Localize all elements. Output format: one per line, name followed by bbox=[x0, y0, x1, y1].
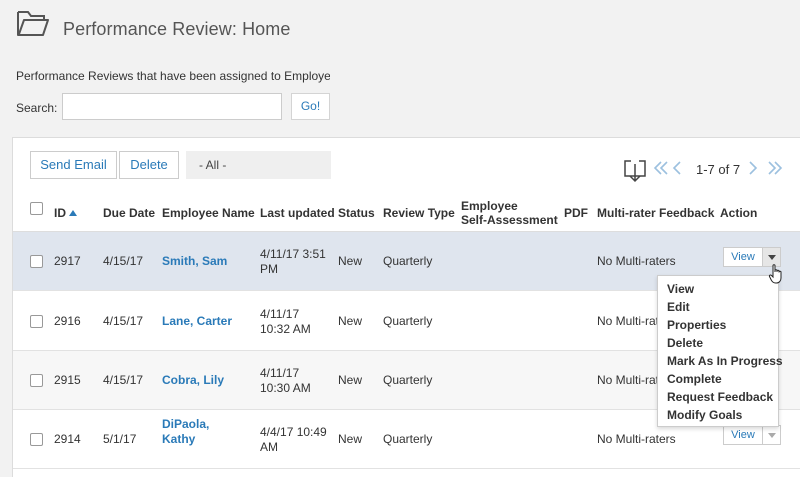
chevron-down-icon bbox=[768, 433, 776, 438]
last-updated-line2: AM bbox=[260, 440, 278, 454]
delete-button[interactable]: Delete bbox=[119, 151, 179, 179]
next-page-icon[interactable] bbox=[747, 160, 759, 176]
column-header-due-date[interactable]: Due Date bbox=[103, 206, 155, 220]
send-email-button[interactable]: Send Email bbox=[30, 151, 117, 179]
row-review-type: Quarterly bbox=[383, 314, 433, 328]
column-header-self-assessment[interactable]: Employee Self-Assessment bbox=[461, 199, 558, 227]
menu-item-modify-goals[interactable]: Modify Goals bbox=[658, 406, 778, 424]
first-page-icon[interactable] bbox=[653, 160, 669, 176]
folder-icon bbox=[17, 11, 49, 36]
column-header-employee-name[interactable]: Employee Name bbox=[162, 206, 255, 220]
previous-page-icon[interactable] bbox=[671, 160, 683, 176]
row-checkbox[interactable] bbox=[30, 433, 43, 446]
row-last-updated: 4/4/17 10:49 AM bbox=[260, 425, 327, 455]
row-status: New bbox=[338, 373, 363, 387]
search-input[interactable] bbox=[62, 93, 282, 120]
row-due-date: 5/1/17 bbox=[103, 432, 137, 446]
last-updated-line1: 4/4/17 10:49 bbox=[260, 425, 327, 439]
page-header: Performance Review: Home bbox=[0, 0, 800, 60]
column-header-last-updated[interactable]: Last updated bbox=[260, 206, 335, 220]
pager-count: 1-7 of 7 bbox=[696, 162, 741, 177]
hand-cursor-icon bbox=[768, 264, 782, 284]
employee-name-line1[interactable]: Smith, Sam bbox=[162, 254, 227, 269]
menu-item-properties[interactable]: Properties bbox=[658, 316, 778, 334]
row-multi-rater: No Multi-raters bbox=[597, 254, 676, 268]
page-title: Performance Review: Home bbox=[63, 19, 291, 39]
row-status: New bbox=[338, 254, 363, 268]
row-multi-rater: No Multi-raters bbox=[597, 432, 676, 446]
page-description: Performance Reviews that have been assig… bbox=[16, 69, 330, 83]
status-filter-select[interactable]: - All - bbox=[186, 151, 331, 179]
row-last-updated: 4/11/17 10:30 AM bbox=[260, 366, 311, 396]
row-status: New bbox=[338, 432, 363, 446]
column-header-self-assessment-line1: Employee bbox=[461, 199, 518, 213]
last-updated-line2: 10:32 AM bbox=[260, 322, 311, 336]
view-button[interactable]: View bbox=[723, 425, 763, 445]
last-updated-line1: 4/11/17 bbox=[260, 366, 300, 380]
row-last-updated: 4/11/17 10:32 AM bbox=[260, 307, 311, 337]
employee-name-line2[interactable]: Kathy bbox=[162, 432, 209, 447]
column-header-status[interactable]: Status bbox=[338, 206, 375, 220]
column-header-review-type[interactable]: Review Type bbox=[383, 206, 455, 220]
row-checkbox[interactable] bbox=[30, 374, 43, 387]
view-button[interactable]: View bbox=[723, 247, 763, 267]
last-updated-line2: 10:30 AM bbox=[260, 381, 311, 395]
menu-item-complete[interactable]: Complete bbox=[658, 370, 778, 388]
employee-name-line1[interactable]: DiPaola, bbox=[162, 417, 209, 432]
row-checkbox[interactable] bbox=[30, 315, 43, 328]
select-all-checkbox[interactable] bbox=[30, 202, 43, 215]
employee-name-link[interactable]: Cobra, Lily bbox=[162, 373, 224, 388]
row-review-type: Quarterly bbox=[383, 254, 433, 268]
menu-item-mark-in-progress[interactable]: Mark As In Progress bbox=[658, 352, 783, 370]
column-header-pdf[interactable]: PDF bbox=[564, 206, 588, 220]
sort-ascending-icon bbox=[69, 210, 78, 216]
menu-item-view[interactable]: View bbox=[658, 280, 778, 298]
column-header-multi-rater[interactable]: Multi-rater Feedback bbox=[597, 206, 714, 220]
row-review-type: Quarterly bbox=[383, 373, 433, 387]
export-download-icon[interactable] bbox=[623, 158, 647, 184]
action-menu-toggle[interactable] bbox=[762, 425, 781, 445]
action-dropdown-menu: View Edit Properties Delete Mark As In P… bbox=[657, 275, 783, 427]
last-page-icon[interactable] bbox=[767, 160, 783, 176]
chevron-down-icon bbox=[768, 255, 776, 260]
employee-name-link[interactable]: Lane, Carter bbox=[162, 314, 232, 329]
row-id: 2915 bbox=[54, 373, 81, 387]
menu-item-request-feedback[interactable]: Request Feedback bbox=[658, 388, 778, 406]
column-header-id[interactable]: ID bbox=[54, 206, 78, 220]
row-status: New bbox=[338, 314, 363, 328]
menu-item-delete[interactable]: Delete bbox=[658, 334, 778, 352]
last-updated-line1: 4/11/17 3:51 bbox=[260, 247, 326, 261]
row-due-date: 4/15/17 bbox=[103, 254, 144, 268]
employee-name-link[interactable]: Smith, Sam bbox=[162, 254, 227, 269]
last-updated-line2: PM bbox=[260, 262, 278, 276]
column-header-self-assessment-line2: Self-Assessment bbox=[461, 213, 558, 227]
go-button[interactable]: Go! bbox=[291, 93, 330, 120]
row-id: 2917 bbox=[54, 254, 81, 268]
menu-item-edit[interactable]: Edit bbox=[658, 298, 778, 316]
row-due-date: 4/15/17 bbox=[103, 373, 144, 387]
row-review-type: Quarterly bbox=[383, 432, 433, 446]
column-header-action: Action bbox=[720, 206, 758, 220]
row-due-date: 4/15/17 bbox=[103, 314, 144, 328]
row-last-updated: 4/11/17 3:51 PM bbox=[260, 247, 326, 277]
row-checkbox[interactable] bbox=[30, 255, 43, 268]
employee-name-link[interactable]: DiPaola, Kathy bbox=[162, 417, 209, 447]
last-updated-line1: 4/11/17 bbox=[260, 307, 300, 321]
row-id: 2914 bbox=[54, 432, 81, 446]
search-label: Search: bbox=[16, 101, 58, 115]
row-id: 2916 bbox=[54, 314, 81, 328]
